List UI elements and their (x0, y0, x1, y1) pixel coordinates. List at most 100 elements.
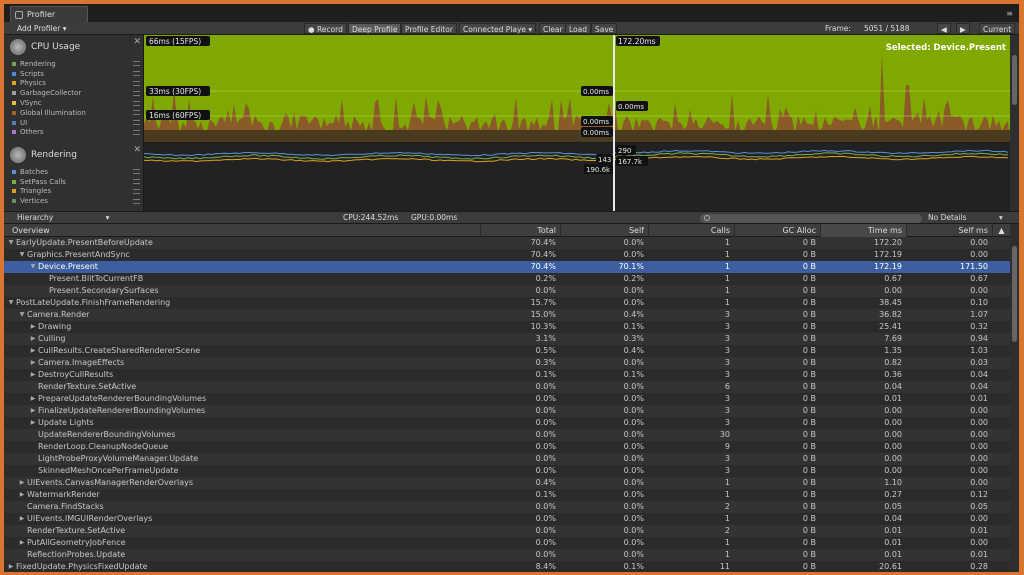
cpu-legend-item[interactable]: VSync (4, 98, 144, 108)
table-row[interactable]: ▶ Culling 3.1% 0.3% 3 0 B 7.69 0.94 (4, 333, 1010, 345)
sort-arrow-icon[interactable]: ▲ (992, 224, 1010, 237)
collapsed-arrow-icon[interactable]: ▶ (28, 405, 38, 417)
col-overview[interactable]: Overview (4, 224, 480, 237)
collapsed-arrow-icon[interactable]: ▶ (28, 393, 38, 405)
drag-handle-icon[interactable] (133, 179, 140, 185)
drag-handle-icon[interactable] (133, 129, 140, 135)
drag-handle-icon[interactable] (133, 198, 140, 204)
collapsed-arrow-icon[interactable]: ▶ (17, 513, 27, 525)
collapsed-arrow-icon[interactable]: ▶ (28, 417, 38, 429)
graph-svg[interactable]: 66ms (15FPS) 33ms (30FPS) 16ms (60FPS) 1… (143, 35, 1010, 211)
details-dropdown[interactable]: No Details ▾ (925, 212, 1006, 223)
cpu-legend-item[interactable]: GarbageCollector (4, 88, 144, 98)
table-row[interactable]: ▶ CullResults.CreateSharedRendererScene 0.… (4, 345, 1010, 357)
clear-button[interactable]: Clear (539, 23, 567, 34)
rendering-legend-item[interactable]: Vertices (4, 196, 144, 206)
table-row[interactable]: SkinnedMeshOncePerFrameUpdate 0.0% 0.0% 3 0 … (4, 465, 1010, 477)
table-row[interactable]: ▶ PutAllGeometryJobFence 0.0% 0.0% 1 0 B 0.01 0… (4, 537, 1010, 549)
table-row[interactable]: ▶ UIEvents.CanvasManagerRenderOverlays 0.4… (4, 477, 1010, 489)
drag-handle-icon[interactable] (133, 120, 140, 126)
table-row[interactable]: Camera.FindStacks 0.0% 0.0% 2 0 B 0.05 0.05 (4, 501, 1010, 513)
cpu-legend-item[interactable]: UI (4, 118, 144, 128)
drag-handle-icon[interactable] (133, 61, 140, 67)
col-gc-alloc[interactable]: GC Alloc (734, 224, 820, 237)
close-icon[interactable]: ✕ (133, 145, 141, 155)
drag-handle-icon[interactable] (133, 71, 140, 77)
expanded-arrow-icon[interactable]: ▼ (17, 309, 27, 321)
next-frame-icon[interactable]: ▶ (956, 23, 970, 34)
collapsed-arrow-icon[interactable]: ▶ (28, 333, 38, 345)
collapsed-arrow-icon[interactable]: ▶ (28, 321, 38, 333)
connected-player-dropdown[interactable]: Connected Playe ▾ (459, 23, 537, 34)
add-profiler-dropdown[interactable]: Add Profiler ▾ (14, 23, 69, 34)
collapsed-arrow-icon[interactable]: ▶ (17, 477, 27, 489)
table-row[interactable]: ▶ Update Lights 0.0% 0.0% 3 0 B 0.00 0.00 (4, 417, 1010, 429)
graph-area[interactable]: 66ms (15FPS) 33ms (30FPS) 16ms (60FPS) 1… (143, 35, 1019, 211)
profile-editor-button[interactable]: Profile Editor (401, 23, 457, 34)
cpu-legend-item[interactable]: Physics (4, 79, 144, 89)
collapsed-arrow-icon[interactable]: ▶ (6, 561, 16, 572)
table-row[interactable]: LightProbeProxyVolumeManager.Update 0.0% 0… (4, 453, 1010, 465)
cpu-legend-item[interactable]: Rendering (4, 59, 144, 69)
view-mode-dropdown[interactable]: Hierarchy ▾ (14, 212, 112, 223)
table-row[interactable]: ▶ DestroyCullResults 0.1% 0.1% 3 0 B 0.36 0.04 (4, 369, 1010, 381)
col-time-ms[interactable]: Time ms (820, 224, 906, 237)
table-row[interactable]: Present.SecondarySurfaces 0.0% 0.0% 1 0 B 0.0… (4, 285, 1010, 297)
deep-profile-button[interactable]: Deep Profile (348, 23, 402, 34)
col-self[interactable]: Self (560, 224, 648, 237)
search-input[interactable] (700, 214, 922, 223)
table-scrollbar[interactable] (1010, 224, 1019, 572)
table-row[interactable]: ▼ PostLateUpdate.FinishFrameRendering 15.7… (4, 297, 1010, 309)
table-row[interactable]: RenderTexture.SetActive 0.0% 0.0% 6 0 B 0.04 0… (4, 381, 1010, 393)
table-scrollbar-thumb[interactable] (1012, 246, 1017, 342)
drag-handle-icon[interactable] (133, 188, 140, 194)
save-button[interactable]: Save (591, 23, 618, 34)
table-row[interactable]: ▼ EarlyUpdate.PresentBeforeUpdate 70.4% 0.0… (4, 237, 1010, 249)
col-self-ms[interactable]: Self ms (906, 224, 992, 237)
drag-handle-icon[interactable] (133, 100, 140, 106)
drag-handle-icon[interactable] (133, 169, 140, 175)
table-row[interactable]: ReflectionProbes.Update 0.0% 0.0% 1 0 B 0.01 0… (4, 549, 1010, 561)
expanded-arrow-icon[interactable]: ▼ (6, 297, 16, 309)
collapsed-arrow-icon[interactable]: ▶ (28, 369, 38, 381)
table-row[interactable]: ▼ Graphics.PresentAndSync 70.4% 0.0% 1 0 B 172… (4, 249, 1010, 261)
cpu-module[interactable]: CPU Usage ✕ Rendering Scripts Physics Garba… (4, 35, 144, 137)
table-row[interactable]: UpdateRendererBoundingVolumes 0.0% 0.0% 30 0… (4, 429, 1010, 441)
cpu-legend-item[interactable]: Others (4, 128, 144, 138)
tab-profiler[interactable]: Profiler (10, 6, 88, 22)
table-row[interactable]: ▶ PrepareUpdateRendererBoundingVolumes 0.0… (4, 393, 1010, 405)
table-row[interactable]: ▼ Device.Present 70.4% 70.1% 1 0 B 172.19 171.5… (4, 261, 1010, 273)
table-row[interactable]: ▼ Camera.Render 15.0% 0.4% 3 0 B 36.82 1.07 (4, 309, 1010, 321)
current-frame-button[interactable]: Current (979, 23, 1016, 34)
drag-handle-icon[interactable] (133, 80, 140, 86)
graph-scrollbar[interactable] (1010, 35, 1019, 211)
table-row[interactable]: Present.BlitToCurrentFB 0.2% 0.2% 1 0 B 0.67 0… (4, 273, 1010, 285)
collapsed-arrow-icon[interactable]: ▶ (28, 357, 38, 369)
load-button[interactable]: Load (565, 23, 591, 34)
col-total[interactable]: Total (480, 224, 560, 237)
table-row[interactable]: ▶ Drawing 10.3% 0.1% 3 0 B 25.41 0.32 (4, 321, 1010, 333)
table-row[interactable]: ▶ WatermarkRender 0.1% 0.0% 1 0 B 0.27 0.12 (4, 489, 1010, 501)
collapsed-arrow-icon[interactable]: ▶ (28, 345, 38, 357)
cpu-legend-item[interactable]: Global Illumination (4, 108, 144, 118)
rendering-legend-item[interactable]: SetPass Calls (4, 177, 144, 187)
record-button[interactable]: ● Record (304, 23, 347, 34)
expanded-arrow-icon[interactable]: ▼ (17, 249, 27, 261)
rendering-legend-item[interactable]: Triangles (4, 187, 144, 197)
expanded-arrow-icon[interactable]: ▼ (6, 237, 16, 249)
graph-scrollbar-thumb[interactable] (1012, 55, 1017, 105)
prev-frame-icon[interactable]: ◀ (937, 23, 951, 34)
table-row[interactable]: ▶ Camera.ImageEffects 0.3% 0.0% 3 0 B 0.82 0.03 (4, 357, 1010, 369)
collapsed-arrow-icon[interactable]: ▶ (17, 537, 27, 549)
table-row[interactable]: ▶ FinalizeUpdateRendererBoundingVolumes 0.… (4, 405, 1010, 417)
close-icon[interactable]: ✕ (133, 37, 141, 47)
drag-handle-icon[interactable] (133, 90, 140, 96)
drag-handle-icon[interactable] (133, 110, 140, 116)
cpu-legend-item[interactable]: Scripts (4, 69, 144, 79)
table-row[interactable]: RenderLoop.CleanupNodeQueue 0.0% 0.0% 9 0 B 0… (4, 441, 1010, 453)
rendering-module[interactable]: Rendering ✕ Batches SetPass Calls Triangle… (4, 143, 144, 206)
table-row[interactable]: ▶ FixedUpdate.PhysicsFixedUpdate 8.4% 0.1% 1… (4, 561, 1010, 572)
rendering-legend-item[interactable]: Batches (4, 167, 144, 177)
collapsed-arrow-icon[interactable]: ▶ (17, 489, 27, 501)
tab-menu-icon[interactable]: ≡ (1006, 9, 1013, 18)
